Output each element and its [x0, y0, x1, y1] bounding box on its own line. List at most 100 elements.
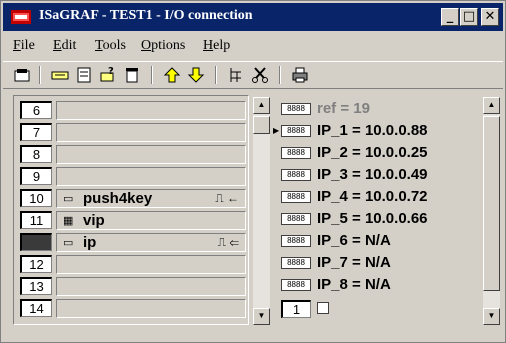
channel-row[interactable]: 8 — [18, 144, 246, 166]
channel-row[interactable]: 10 ▭ push4key ⎍ ← — [18, 188, 246, 210]
toolbar-separator — [215, 66, 217, 84]
variable-row[interactable]: 8888 IP_3 = 10.0.0.49 — [273, 165, 473, 187]
menu-edit[interactable]: Edit — [53, 38, 76, 54]
variable-icon: 8888 — [281, 257, 311, 269]
channel-slot[interactable] — [56, 167, 246, 186]
variable-icon: 8888 — [281, 147, 311, 159]
device-name: push4key — [83, 190, 153, 207]
scroll-up-arrow-icon[interactable]: ▲ — [483, 97, 500, 114]
menu-help[interactable]: Help — [203, 38, 230, 54]
channel-slot[interactable]: ▭ ip ⎍ ⇐ — [56, 233, 246, 252]
connect-board-icon[interactable] — [51, 66, 69, 84]
variable-text: IP_3 = 10.0.0.49 — [317, 166, 428, 183]
open-icon[interactable] — [13, 66, 31, 84]
menu-options[interactable]: Options — [141, 38, 185, 54]
scroll-thumb[interactable] — [253, 116, 270, 134]
variable-scrollbar[interactable]: ▲ ▼ — [483, 97, 500, 325]
variable-row[interactable]: 8888 IP_5 = 10.0.0.66 — [273, 209, 473, 231]
menu-bar: File Edit Tools Options Help — [3, 35, 503, 57]
menu-file[interactable]: File — [13, 38, 35, 54]
channel-number: 13 — [20, 277, 52, 295]
channel-row[interactable]: ▭ ip ⎍ ⇐ — [18, 232, 246, 254]
variable-index-number: 1 — [281, 300, 311, 318]
variable-icon: 8888 — [281, 169, 311, 181]
maximize-button[interactable]: □ — [460, 8, 478, 26]
title-bar[interactable]: ISaGRAF - TEST1 - I/O connection _ □ ✕ — [3, 3, 503, 31]
variable-text: IP_4 = 10.0.0.72 — [317, 188, 428, 205]
toolbar-separator — [39, 66, 41, 84]
close-button[interactable]: ✕ — [481, 8, 499, 26]
channel-number: 14 — [20, 299, 52, 317]
variable-row[interactable]: ▶ 8888 IP_1 = 10.0.0.88 — [273, 121, 473, 143]
channel-row[interactable]: 6 — [18, 100, 246, 122]
variable-icon: 8888 — [281, 125, 311, 137]
scroll-thumb[interactable] — [483, 116, 500, 291]
channel-number: 8 — [20, 145, 52, 163]
edit-checkbox-icon[interactable] — [317, 302, 329, 314]
channel-row[interactable]: 12 — [18, 254, 246, 276]
channel-number — [20, 233, 52, 251]
scroll-down-arrow-icon[interactable]: ▼ — [483, 308, 500, 325]
channel-scrollbar[interactable]: ▲ ▼ — [253, 97, 270, 325]
variable-index-row[interactable]: 1 — [273, 299, 473, 321]
move-down-icon[interactable] — [187, 66, 205, 84]
variable-row[interactable]: 8888 IP_6 = N/A — [273, 231, 473, 253]
variable-list: 8888 ref = 19 ▶ 8888 IP_1 = 10.0.0.88 88… — [273, 95, 503, 325]
scroll-down-arrow-icon[interactable]: ▼ — [253, 308, 270, 325]
channel-slot[interactable] — [56, 145, 246, 164]
variable-text: ref = 19 — [317, 100, 370, 117]
channel-slot[interactable] — [56, 123, 246, 142]
svg-text:?: ? — [108, 66, 114, 77]
variable-icon: 8888 — [281, 191, 311, 203]
channel-slot[interactable] — [56, 277, 246, 296]
variable-icon: 8888 — [281, 213, 311, 225]
board-icon: ▭ — [63, 237, 74, 249]
channel-slot[interactable] — [56, 101, 246, 120]
variable-icon: 8888 — [281, 279, 311, 291]
variable-text: IP_5 = 10.0.0.66 — [317, 210, 428, 227]
channel-row[interactable]: 9 — [18, 166, 246, 188]
channel-row[interactable]: 14 — [18, 298, 246, 320]
move-up-icon[interactable] — [163, 66, 181, 84]
variable-text: IP_1 = 10.0.0.88 — [317, 122, 428, 139]
channel-slot[interactable] — [56, 255, 246, 274]
tree-icon[interactable] — [227, 66, 245, 84]
minimize-button[interactable]: _ — [441, 8, 459, 26]
device-name: vip — [83, 212, 105, 229]
board-icon: ▦ — [63, 215, 74, 227]
channel-number: 11 — [20, 211, 52, 229]
variable-text: IP_6 = N/A — [317, 232, 391, 249]
cut-icon[interactable] — [251, 66, 269, 84]
toolbar-separator — [151, 66, 153, 84]
pointer-arrow-icon: ▶ — [273, 126, 280, 135]
channel-slot[interactable]: ▭ push4key ⎍ ← — [56, 189, 246, 208]
board-icon: ▭ — [63, 193, 74, 205]
variable-row[interactable]: 8888 ref = 19 — [273, 99, 473, 121]
window-title: ISaGRAF - TEST1 - I/O connection — [39, 8, 253, 23]
scroll-up-arrow-icon[interactable]: ▲ — [253, 97, 270, 114]
menu-tools[interactable]: Tools — [95, 38, 126, 54]
channel-row[interactable]: 13 — [18, 276, 246, 298]
variable-text: IP_2 = 10.0.0.25 — [317, 144, 428, 161]
delete-icon[interactable] — [123, 66, 141, 84]
channel-number: 12 — [20, 255, 52, 273]
variable-text: IP_8 = N/A — [317, 276, 391, 293]
device-direction-mark: ⎍ ⇐ — [217, 235, 239, 249]
board-params-icon[interactable]: ? — [99, 66, 117, 84]
variable-row[interactable]: 8888 IP_8 = N/A — [273, 275, 473, 297]
variable-row[interactable]: 8888 IP_2 = 10.0.0.25 — [273, 143, 473, 165]
device-name: ip — [83, 234, 97, 251]
channel-row[interactable]: 11 ▦ vip — [18, 210, 246, 232]
variable-text: IP_7 = N/A — [317, 254, 391, 271]
channel-number: 9 — [20, 167, 52, 185]
variable-row[interactable]: 8888 IP_7 = N/A — [273, 253, 473, 275]
print-icon[interactable] — [291, 66, 309, 84]
channel-number: 10 — [20, 189, 52, 207]
channel-slot[interactable] — [56, 299, 246, 318]
variable-icon: 8888 — [281, 103, 311, 115]
channel-slot[interactable]: ▦ vip — [56, 211, 246, 230]
set-board-icon[interactable] — [75, 66, 93, 84]
channel-row[interactable]: 7 — [18, 122, 246, 144]
channel-number: 7 — [20, 123, 52, 141]
variable-row[interactable]: 8888 IP_4 = 10.0.0.72 — [273, 187, 473, 209]
